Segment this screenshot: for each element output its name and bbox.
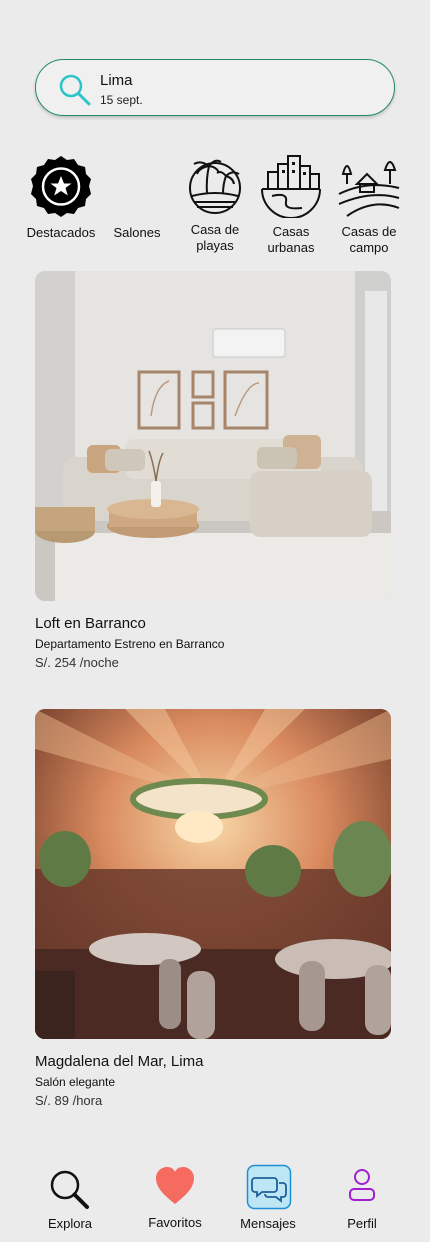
beach-icon: [189, 159, 241, 214]
heart-icon: [156, 1167, 194, 1204]
listing-price: S/. 89 /hora: [35, 1093, 103, 1108]
category-label: Casas urbanas: [267, 224, 315, 255]
category-label: Casas de campo: [341, 224, 397, 255]
search-location: Lima: [100, 72, 133, 89]
listing-price: S/. 254 /noche: [35, 655, 119, 670]
nav-explora[interactable]: Explora: [38, 1162, 102, 1236]
listing-image[interactable]: [35, 709, 391, 1039]
nav-label: Explora: [47, 1216, 93, 1231]
nav-label: Perfil: [347, 1216, 377, 1231]
category-salones[interactable]: Salones: [108, 154, 166, 244]
nav-label: Mensajes: [240, 1216, 296, 1231]
listing-subtitle: Salón elegante: [35, 1075, 116, 1089]
category-destacados[interactable]: Destacados: [22, 154, 100, 244]
search-icon: [50, 1170, 89, 1209]
category-casas-de-campo[interactable]: Casas de campo: [336, 154, 402, 255]
living-room-photo: [35, 271, 391, 601]
nav-perfil[interactable]: Perfil: [336, 1162, 388, 1236]
search-icon: [59, 74, 91, 106]
listing-title[interactable]: Magdalena del Mar, Lima: [35, 1053, 203, 1070]
category-casas-urbanas[interactable]: Casas urbanas: [256, 154, 326, 255]
listing-title[interactable]: Loft en Barranco: [35, 615, 146, 632]
listing-subtitle: Departamento Estreno en Barranco: [35, 637, 225, 651]
category-label: Salones: [113, 225, 161, 240]
user-icon: [349, 1169, 375, 1201]
countryside-icon: [338, 161, 400, 217]
nav-label: Favoritos: [148, 1215, 202, 1230]
category-label: Destacados: [26, 225, 96, 240]
event-hall-photo: [35, 709, 391, 1039]
category-label: Casa de playas: [190, 222, 240, 253]
nav-mensajes[interactable]: Mensajes: [236, 1162, 300, 1236]
search-date: 15 sept.: [100, 93, 143, 107]
city-icon: [261, 155, 321, 218]
search-bar[interactable]: Lima 15 sept.: [35, 59, 395, 116]
listing-image[interactable]: [35, 271, 391, 601]
chat-icon: [246, 1164, 292, 1210]
category-casa-de-playas[interactable]: Casa de playas: [182, 154, 248, 254]
nav-favoritos[interactable]: Favoritos: [142, 1162, 208, 1236]
star-badge-icon: [31, 156, 91, 217]
